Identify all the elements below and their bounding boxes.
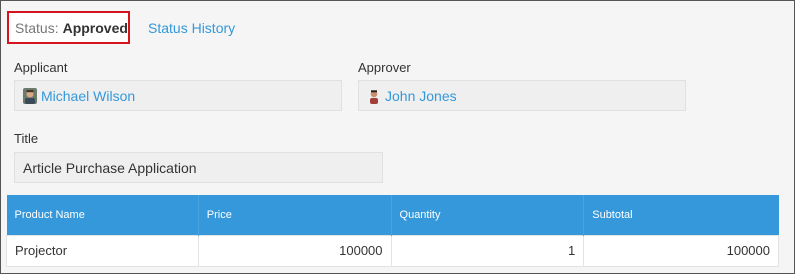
user-avatar-icon xyxy=(367,87,381,104)
cell-product-name: Projector xyxy=(6,234,199,267)
table-row: Projector 100000 1 100000 xyxy=(6,234,779,267)
record-view-panel: Status: Approved Status History Applican… xyxy=(0,0,795,274)
status-value: Approved xyxy=(62,19,128,36)
cell-price: 100000 xyxy=(197,234,392,267)
approver-user-link[interactable]: John Jones xyxy=(367,87,457,104)
approver-name: John Jones xyxy=(385,87,457,104)
title-label: Title xyxy=(14,131,39,146)
column-header-subtotal: Subtotal xyxy=(583,195,779,235)
table-header-row: Product Name Price Quantity Subtotal xyxy=(6,195,779,235)
column-header-quantity: Quantity xyxy=(391,195,585,235)
status-history-link[interactable]: Status History xyxy=(148,20,235,36)
column-header-product-name: Product Name xyxy=(6,195,199,235)
cell-quantity: 1 xyxy=(390,234,585,267)
applicant-field: Michael Wilson xyxy=(14,80,342,111)
applicant-user-link[interactable]: Michael Wilson xyxy=(23,87,136,104)
applicant-name: Michael Wilson xyxy=(41,87,136,104)
status-indicator: Status: Approved xyxy=(7,11,130,44)
status-label: Status: xyxy=(15,19,59,36)
approver-field: John Jones xyxy=(358,80,686,111)
title-field: Article Purchase Application xyxy=(14,152,383,183)
product-table: Product Name Price Quantity Subtotal Pro… xyxy=(6,195,779,267)
approver-label: Approver xyxy=(358,60,411,75)
applicant-label: Applicant xyxy=(14,60,68,75)
user-avatar-icon xyxy=(23,87,37,104)
cell-subtotal: 100000 xyxy=(583,234,779,267)
column-header-price: Price xyxy=(198,195,392,235)
title-value: Article Purchase Application xyxy=(23,159,197,176)
